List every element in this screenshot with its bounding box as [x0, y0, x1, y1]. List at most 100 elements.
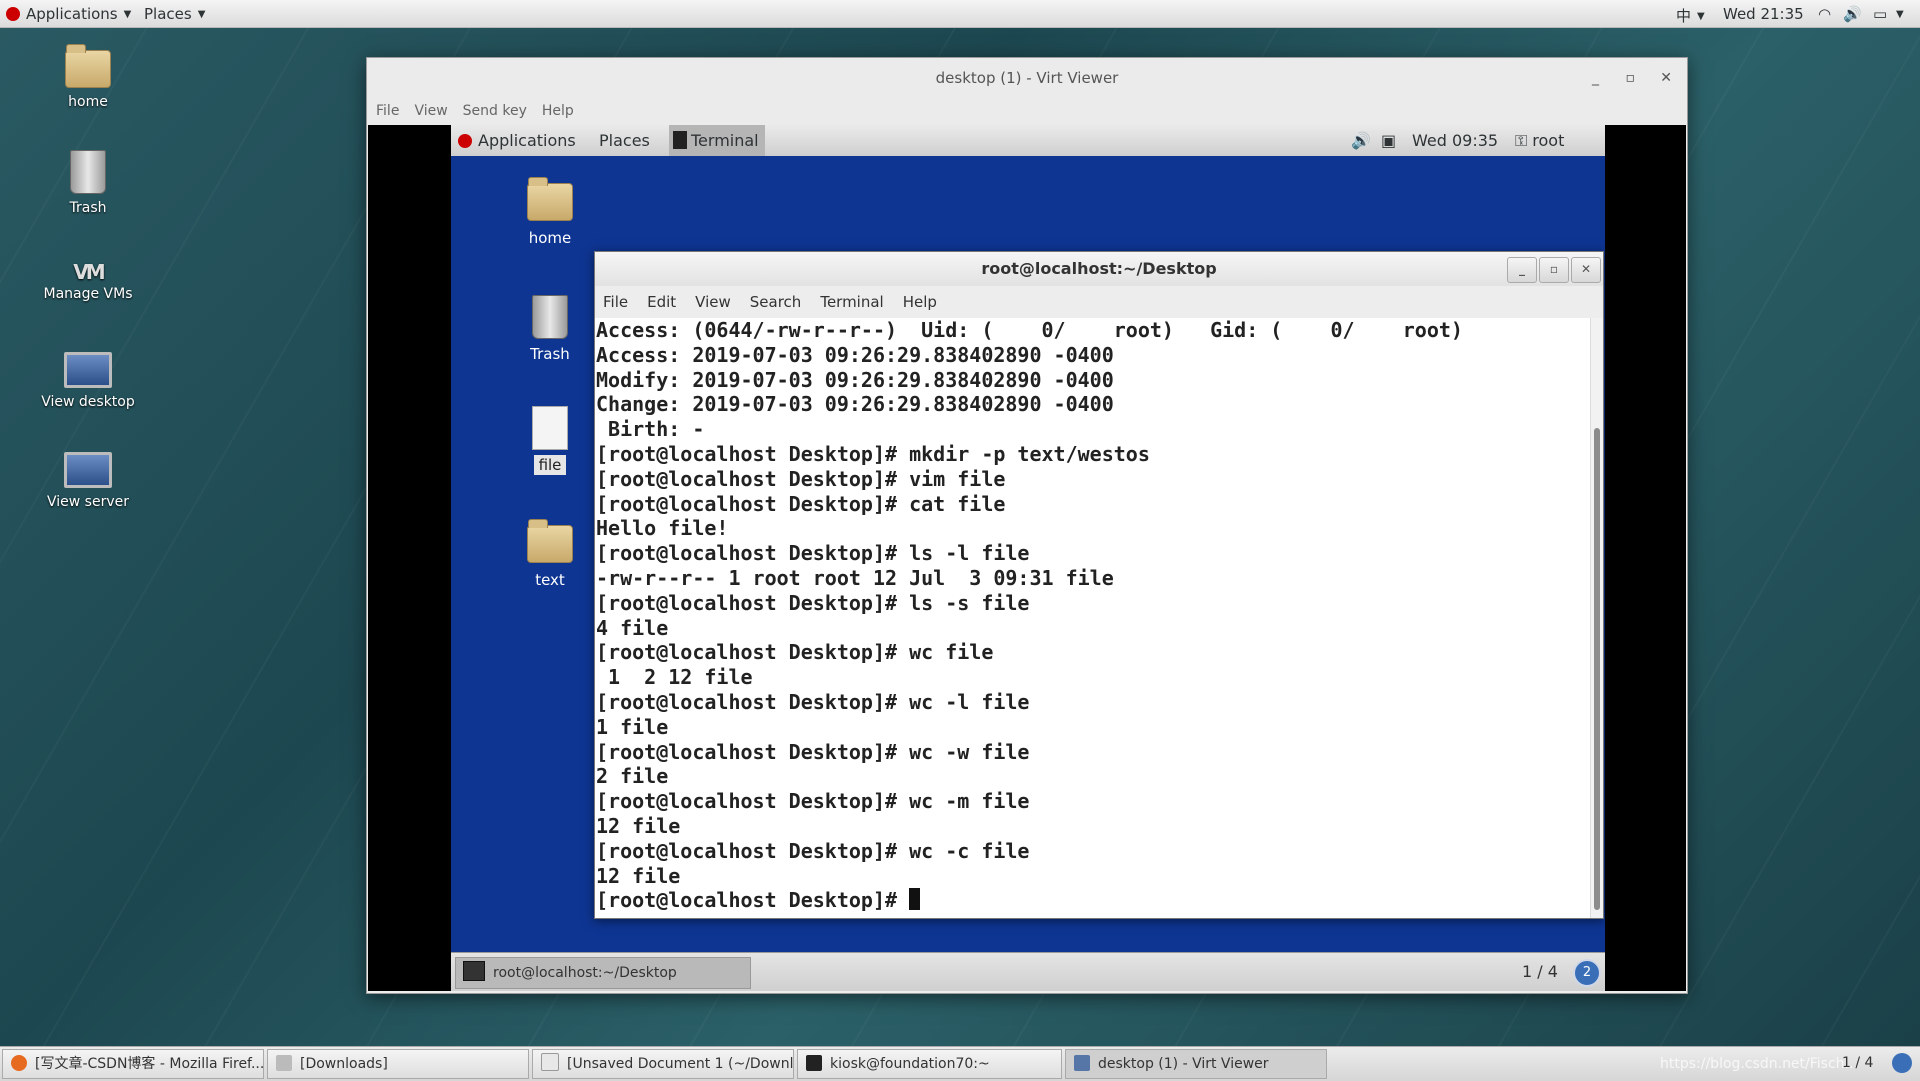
maximize-button[interactable]: ▫ — [1626, 58, 1636, 98]
term-menu-terminal[interactable]: Terminal — [820, 286, 883, 318]
guest-top-bar: Applications Places Terminal 🔊 ▣ Wed 09:… — [451, 125, 1605, 156]
guest-icon-home[interactable]: home — [510, 177, 590, 247]
term-menu-edit[interactable]: Edit — [647, 286, 676, 318]
menu-send-key[interactable]: Send key — [463, 98, 527, 125]
host-clock[interactable]: Wed 21:35 — [1723, 5, 1804, 23]
term-menu-search[interactable]: Search — [750, 286, 802, 318]
guest-icon-file[interactable]: file — [510, 406, 590, 475]
scrollbar-thumb[interactable] — [1594, 428, 1600, 910]
guest-terminal-launcher[interactable]: Terminal — [673, 131, 759, 150]
home-folder-icon — [65, 44, 111, 88]
caret-down-icon: ▼ — [1697, 11, 1705, 22]
terminal-menubar: File Edit View Search Terminal Help — [595, 286, 1603, 319]
desktop-icon-trash[interactable]: Trash — [28, 150, 148, 216]
trash-icon — [70, 150, 106, 194]
redhat-icon — [458, 134, 472, 148]
terminal-line: [root@localhost Desktop]# wc -w file — [596, 739, 1030, 764]
taskbar-item-terminal[interactable]: kiosk@foundation70:~ — [797, 1049, 1062, 1079]
user-icon: ⚿ — [1515, 131, 1533, 150]
terminal-line: 12 file — [596, 863, 681, 888]
minimize-button[interactable]: _ — [1592, 58, 1599, 98]
guest-bottom-panel: root@localhost:~/Desktop 1 / 4 2 — [451, 952, 1605, 991]
guest-desktop[interactable]: Applications Places Terminal 🔊 ▣ Wed 09:… — [451, 125, 1605, 991]
terminal-icon — [673, 131, 687, 149]
desktop-icon-view-desktop[interactable]: View desktop — [28, 352, 148, 410]
taskbar-item-downloads[interactable]: [Downloads] — [267, 1049, 529, 1079]
terminal-line: Birth: - — [596, 417, 705, 442]
terminal-icon — [463, 961, 485, 981]
volume-icon[interactable]: 🔊 — [1843, 5, 1862, 23]
terminal-line: [root@localhost Desktop]# cat file — [596, 491, 1006, 516]
minimize-button[interactable]: _ — [1507, 257, 1537, 283]
redhat-icon — [6, 7, 20, 21]
host-places-menu[interactable]: Places ▼ — [144, 5, 205, 23]
notification-icon[interactable] — [1892, 1053, 1912, 1073]
menu-help[interactable]: Help — [542, 98, 574, 125]
terminal-line: Access: 2019-07-03 09:26:29.838402890 -0… — [596, 342, 1114, 367]
maximize-button[interactable]: ▫ — [1539, 257, 1569, 283]
terminal-line: 1 2 12 file — [596, 665, 753, 690]
document-icon — [532, 406, 568, 450]
terminal-line: -rw-r--r-- 1 root root 12 Jul 3 09:31 fi… — [596, 565, 1114, 590]
wifi-icon[interactable]: ◠ — [1818, 5, 1831, 23]
guest-network-icon[interactable]: ▣ — [1381, 131, 1396, 150]
text-editor-icon — [541, 1053, 559, 1071]
guest-workspace-indicator[interactable]: 1 / 4 — [1522, 962, 1558, 981]
guest-volume-icon[interactable]: 🔊 — [1351, 131, 1371, 150]
virt-manager-icon: VM — [73, 260, 105, 284]
terminal-line: 1 file — [596, 714, 669, 739]
terminal-line: Change: 2019-07-03 09:26:29.838402890 -0… — [596, 392, 1114, 417]
menu-view[interactable]: View — [414, 98, 447, 125]
terminal-line: Modify: 2019-07-03 09:26:29.838402890 -0… — [596, 367, 1114, 392]
guest-icon-trash[interactable]: Trash — [510, 295, 590, 363]
term-menu-view[interactable]: View — [695, 286, 731, 318]
guest-places-menu[interactable]: Places — [599, 131, 650, 150]
terminal-scrollbar[interactable] — [1590, 318, 1603, 918]
guest-clock[interactable]: Wed 09:35 — [1412, 131, 1498, 150]
file-manager-icon — [276, 1055, 292, 1071]
vm-display[interactable]: Applications Places Terminal 🔊 ▣ Wed 09:… — [368, 125, 1686, 991]
monitor-icon — [64, 452, 112, 488]
host-taskbar: [写文章-CSDN博客 - Mozilla Firef... [Download… — [0, 1046, 1920, 1081]
terminal-prompt: [root@localhost Desktop]# — [596, 888, 910, 913]
virt-viewer-titlebar[interactable]: desktop (1) - Virt Viewer _ ▫ ✕ — [367, 58, 1687, 98]
caret-down-icon: ▼ — [197, 9, 206, 20]
terminal-line: [root@localhost Desktop]# ls -s file — [596, 590, 1030, 615]
terminal-title: root@localhost:~/Desktop — [981, 259, 1217, 278]
host-top-bar: Applications ▼ Places ▼ 中 ▼ Wed 21:35 ◠ 🔊 ▭… — [0, 0, 1920, 28]
terminal-window: root@localhost:~/Desktop _ ▫ ✕ File Edit V… — [594, 251, 1604, 919]
notification-badge[interactable]: 2 — [1573, 959, 1601, 987]
terminal-line: [root@localhost Desktop]# ls -l file — [596, 541, 1030, 566]
terminal-prompt-line: [root@localhost Desktop]# — [595, 888, 1591, 913]
terminal-icon — [806, 1055, 822, 1071]
terminal-line: [root@localhost Desktop]# wc -c file — [596, 838, 1030, 863]
term-menu-help[interactable]: Help — [903, 286, 937, 318]
monitor-icon — [64, 352, 112, 388]
guest-task-terminal[interactable]: root@localhost:~/Desktop — [455, 957, 751, 989]
guest-icon-text[interactable]: text — [510, 519, 590, 589]
host-workspace-indicator[interactable]: 1 / 4 — [1842, 1055, 1873, 1071]
terminal-titlebar[interactable]: root@localhost:~/Desktop _ ▫ ✕ — [595, 252, 1603, 286]
home-folder-icon — [527, 177, 573, 221]
battery-icon[interactable]: ▭ — [1873, 5, 1887, 23]
desktop-icon-home[interactable]: home — [28, 44, 148, 110]
taskbar-item-gedit[interactable]: [Unsaved Document 1 (~/Downlo... — [532, 1049, 794, 1079]
input-method-indicator[interactable]: 中 ▼ — [1676, 5, 1705, 26]
guest-user-menu[interactable]: ⚿ root — [1515, 131, 1564, 151]
watermark: https://blog.csdn.net/Fisch... — [1660, 1056, 1858, 1072]
terminal-output[interactable]: Access: (0644/-rw-r--r--) Uid: ( 0/ root… — [595, 318, 1591, 918]
host-applications-menu[interactable]: Applications ▼ — [6, 5, 131, 23]
term-menu-file[interactable]: File — [603, 286, 628, 318]
caret-down-icon[interactable]: ▼ — [1896, 5, 1904, 23]
desktop-icon-manage-vms[interactable]: VM Manage VMs — [28, 260, 148, 302]
desktop-icon-view-server[interactable]: View server — [28, 452, 148, 510]
close-button[interactable]: ✕ — [1660, 58, 1672, 98]
menu-file[interactable]: File — [376, 98, 399, 125]
close-button[interactable]: ✕ — [1571, 257, 1601, 283]
terminal-line: [root@localhost Desktop]# wc -l file — [596, 689, 1030, 714]
terminal-line: 4 file — [596, 615, 669, 640]
terminal-line: 2 file — [596, 764, 669, 789]
taskbar-item-firefox[interactable]: [写文章-CSDN博客 - Mozilla Firef... — [2, 1049, 264, 1079]
guest-applications-menu[interactable]: Applications — [458, 131, 576, 150]
taskbar-item-virt-viewer[interactable]: desktop (1) - Virt Viewer — [1065, 1049, 1327, 1079]
